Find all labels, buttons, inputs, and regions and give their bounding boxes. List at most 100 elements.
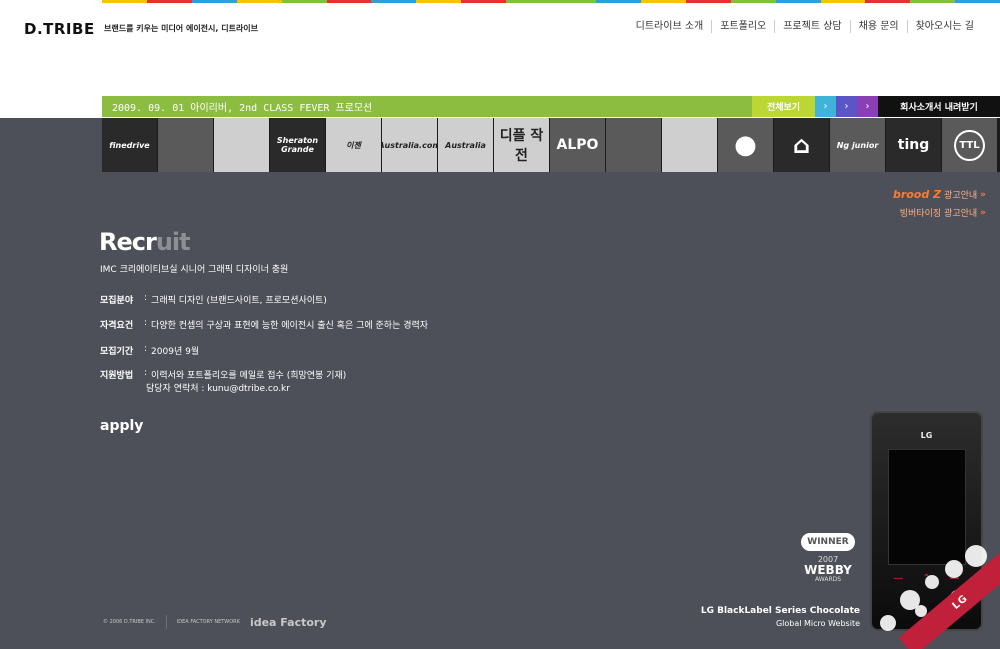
news-headline[interactable]: 2009. 09. 01 아이리버, 2nd CLASS FEVER 프로모션 xyxy=(102,99,752,114)
branding-ad-link[interactable]: 빙버타이징 광고안내 » xyxy=(899,206,986,220)
double-chevron-icon: » xyxy=(980,189,986,200)
stripe-segment xyxy=(236,0,282,3)
stripe-segment xyxy=(191,0,237,3)
broodz-logo: brood Z xyxy=(892,188,942,201)
double-chevron-icon: » xyxy=(980,207,986,218)
stripe-segment xyxy=(955,0,1000,3)
stripe-segment xyxy=(146,0,192,3)
view-all-button[interactable]: 전체보기 xyxy=(752,96,815,117)
company-profile-download-button[interactable]: 회사소개서 내려받기 xyxy=(878,96,1000,117)
colon: : xyxy=(144,368,148,378)
thumb-finedrive[interactable]: finedrive xyxy=(102,118,157,172)
thumb-label: ting xyxy=(897,137,930,153)
stripe-segment xyxy=(595,0,641,3)
thumb-label: ALPO xyxy=(556,137,599,153)
requirement-period: 모집기간:2009년 9월 xyxy=(100,344,199,357)
key-icon: — xyxy=(893,573,904,584)
requirement-field: 모집분야: 그래픽 디자인 (브랜드사이트, 프로모션사이트) xyxy=(100,293,327,306)
webby-award-badge: WINNER 2007 WEBBY AWARDS xyxy=(794,529,862,583)
arrow-right-icon[interactable]: › xyxy=(815,96,836,117)
mouse-ears-icon: ● xyxy=(734,129,757,160)
thumb-label: Australia.com xyxy=(382,140,437,150)
thumb-alpo[interactable]: ALPO xyxy=(550,118,605,172)
requirement-label: 모집기간 xyxy=(100,347,134,357)
thumb-ezen[interactable]: 이젠 xyxy=(326,118,381,172)
idea-factory-link[interactable]: idea Factory xyxy=(250,616,327,629)
stripe-segment xyxy=(461,0,507,3)
bubble-decoration xyxy=(880,615,896,631)
stripe-segment xyxy=(551,0,596,3)
webby-logo: WEBBY xyxy=(804,563,852,577)
arrow-right-icon[interactable]: › xyxy=(836,96,857,117)
nav-item-consult[interactable]: 프로젝트 상담 xyxy=(774,20,849,33)
thumb-label: Sheraton Grande xyxy=(276,136,319,154)
recruit-title-main: Recr xyxy=(99,228,157,256)
stripe-segment xyxy=(775,0,821,3)
recruit-title: Recruit xyxy=(99,228,191,256)
phone-screen xyxy=(888,449,966,565)
nav-item-portfolio[interactable]: 포트폴리오 xyxy=(711,20,774,33)
bubble-decoration xyxy=(925,575,939,589)
stripe-segment xyxy=(820,0,866,3)
network-label: IDEA FACTORY NETWORK xyxy=(176,619,240,625)
thumb-sheraton[interactable]: Sheraton Grande xyxy=(270,118,325,172)
stripe-segment xyxy=(371,0,417,3)
requirement-value: 다양한 컨셉의 구상과 표현에 능한 에이전시 출신 혹은 그에 준하는 경력자 xyxy=(151,321,429,331)
thumb-car[interactable] xyxy=(662,118,717,172)
logo[interactable]: D.TRIBE xyxy=(24,20,95,38)
stripe-segment xyxy=(416,0,462,3)
colon: : xyxy=(144,344,148,354)
branding-ad-label: 빙버타이징 광고안내 xyxy=(899,209,978,219)
requirement-value: 이력서와 포트폴리오를 메일로 접수 (희망연봉 기재) xyxy=(151,371,347,381)
stripe-segment xyxy=(730,0,776,3)
divider xyxy=(165,615,167,629)
awards-label: AWARDS xyxy=(814,576,842,583)
thumb-label: finedrive xyxy=(109,140,150,150)
thumb-label: Ng junior xyxy=(836,140,879,150)
thumb-ting[interactable]: ting xyxy=(886,118,941,172)
thumb-dipl[interactable]: 디플 작전 xyxy=(494,118,549,172)
broodz-ad-link[interactable]: brood Z 광고안내 » xyxy=(893,188,986,201)
stripe-segment xyxy=(326,0,372,3)
thumb-mouse[interactable]: ● xyxy=(718,118,773,172)
copyright: © 2006 D.TRIBE INC. xyxy=(103,619,156,625)
phone-brand-label: LG xyxy=(920,431,933,440)
thumb-sketch[interactable] xyxy=(606,118,661,172)
tagline: 브랜드를 키우는 미디어 에이전시, 디트라이브 xyxy=(104,24,259,33)
stripe-segment xyxy=(865,0,911,3)
stripe-segment xyxy=(506,0,552,3)
thumb-baby-photo[interactable] xyxy=(214,118,269,172)
thumb-australia-com[interactable]: Australia.com xyxy=(382,118,437,172)
colon: : xyxy=(144,293,148,303)
news-bar: 2009. 09. 01 아이리버, 2nd CLASS FEVER 프로모션 … xyxy=(102,96,1000,117)
promo-subtitle[interactable]: Global Micro Website xyxy=(776,619,860,628)
requirement-label: 지원방법 xyxy=(100,371,134,381)
nav-item-about[interactable]: 디트라이브 소개 xyxy=(628,20,712,33)
arrow-right-icon[interactable]: › xyxy=(857,96,878,117)
requirement-method: 지원방법: 이력서와 포트폴리오를 메일로 접수 (희망연봉 기재) xyxy=(100,368,346,381)
bubble-decoration xyxy=(945,560,963,578)
requirement-value: 2009년 9월 xyxy=(151,347,200,357)
thumb-house[interactable]: ⌂ xyxy=(774,118,829,172)
thumb-ttl[interactable]: TTL xyxy=(942,118,997,172)
stripe-segment xyxy=(102,0,147,3)
nav-item-recruit[interactable]: 채용 문의 xyxy=(849,20,907,33)
requirement-qualification: 자격요건: 다양한 컨셉의 구상과 표현에 능한 에이전시 출신 혹은 그에 준하… xyxy=(100,318,428,331)
thumb-label: Australia xyxy=(445,140,486,150)
portfolio-thumbnail-strip: finedrive Sheraton Grande 이젠 Australia.c… xyxy=(102,118,1000,172)
footer: © 2006 D.TRIBE INC. IDEA FACTORY NETWORK… xyxy=(103,615,327,629)
thumb-label: 디플 작전 xyxy=(499,128,544,164)
promo-title[interactable]: LG BlackLabel Series Chocolate xyxy=(701,606,860,616)
requirement-label: 자격요건 xyxy=(100,321,134,331)
apply-button[interactable]: apply xyxy=(100,418,143,434)
house-icon: ⌂ xyxy=(792,130,811,159)
colon: : xyxy=(144,318,148,328)
main-nav: 디트라이브 소개 포트폴리오 프로젝트 상담 채용 문의 찾아오시는 길 xyxy=(628,20,982,33)
stripe-segment xyxy=(685,0,731,3)
stripe-segment xyxy=(910,0,956,3)
stripe-segment xyxy=(281,0,327,3)
thumb-child-photo[interactable] xyxy=(158,118,213,172)
nav-item-location[interactable]: 찾아오시는 길 xyxy=(906,20,982,33)
thumb-ng-junior[interactable]: Ng junior xyxy=(830,118,885,172)
thumb-australia[interactable]: Australia xyxy=(438,118,493,172)
